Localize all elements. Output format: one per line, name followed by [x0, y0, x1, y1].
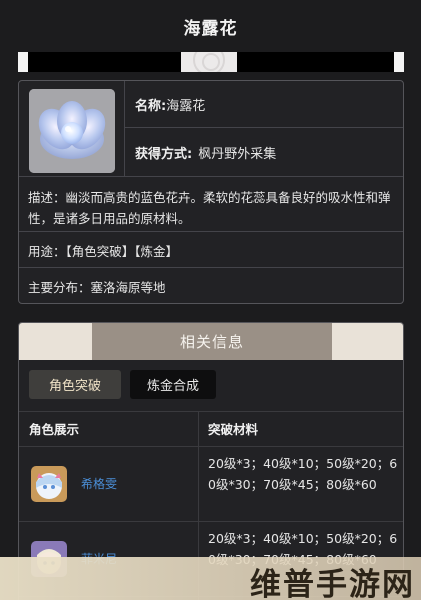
banner-right — [394, 52, 404, 72]
related-header: 相关信息 — [19, 323, 403, 360]
table-header: 角色展示 突破材料 — [19, 411, 403, 447]
item-source-row: 获得方式: 枫丹野外采集 — [125, 128, 403, 177]
banner-left — [18, 52, 28, 72]
item-image — [29, 89, 115, 173]
item-source-value: 枫丹野外采集 — [198, 146, 277, 162]
watermark: 维普手游网 — [0, 557, 421, 600]
item-source-label: 获得方式: — [135, 146, 193, 162]
item-description: 描述：幽淡而高贵的蓝色花卉。柔软的花蕊具备良好的吸水性和弹性，是诸多日用品的原材… — [19, 178, 403, 232]
character-avatar[interactable] — [31, 466, 67, 502]
item-name-label: 名称: — [135, 98, 167, 114]
related-header-title: 相关信息 — [92, 323, 332, 360]
sea-dew-flower-icon — [29, 89, 115, 173]
item-usage: 用途：【角色突破】【炼金】 — [19, 233, 403, 268]
item-name-value: 海露花 — [166, 98, 206, 114]
banner — [18, 52, 404, 72]
item-image-cell — [19, 81, 125, 177]
emblem-icon — [193, 52, 225, 72]
item-distribution: 主要分布：塞洛海原等地 — [28, 279, 166, 295]
tab-character-ascension[interactable]: 角色突破 — [29, 370, 121, 399]
item-name-row: 名称: 海露花 — [125, 81, 403, 128]
column-header-materials: 突破材料 — [208, 422, 259, 437]
banner-emblem-area — [181, 52, 237, 72]
item-info-card: 名称: 海露花 获得方式: 枫丹野外采集 描述：幽淡而高贵的蓝色花卉。柔软的花蕊… — [18, 80, 404, 304]
character-name-link[interactable]: 希格雯 — [81, 475, 117, 492]
column-header-character: 角色展示 — [29, 422, 80, 437]
page-title: 海露花 — [183, 19, 238, 39]
watermark-text: 维普手游网 — [250, 567, 415, 600]
table-row: 希格雯 20级*3；40级*10；50级*20；60级*30；70级*45；80… — [19, 447, 403, 522]
sigewinne-avatar-icon — [31, 466, 67, 502]
ascension-materials: 20级*3；40级*10；50级*20；60级*30；70级*45；80级*60 — [208, 456, 398, 492]
tab-alchemy[interactable]: 炼金合成 — [130, 370, 216, 399]
